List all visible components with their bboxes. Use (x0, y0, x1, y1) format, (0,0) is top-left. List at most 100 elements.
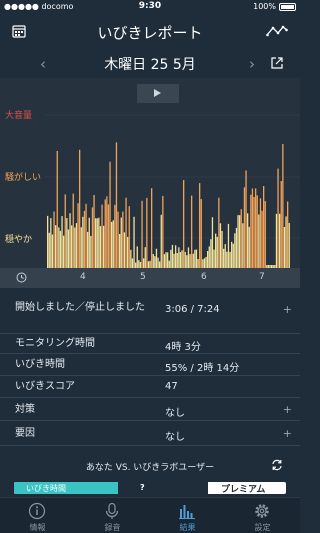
compare-fill-label: いびき時間 (26, 484, 66, 493)
snore-bar (245, 170, 247, 268)
snore-bar (208, 246, 210, 268)
detail-label: 開始しました／停止しました (15, 302, 145, 313)
gear-icon (255, 504, 269, 518)
refresh-icon[interactable] (271, 459, 283, 471)
snore-bar (99, 226, 102, 268)
play-button[interactable] (137, 84, 179, 103)
snore-bar (224, 244, 226, 268)
battery-icon (279, 3, 296, 11)
snore-bar (259, 198, 262, 268)
premium-label[interactable]: プレミアム (221, 482, 265, 495)
snore-bar (255, 188, 257, 268)
snore-bar (119, 234, 121, 268)
snore-bar (250, 194, 252, 268)
compare-unknown-segment (118, 482, 208, 494)
snore-bar (112, 220, 114, 268)
snore-bar (67, 229, 70, 268)
snore-bar (200, 199, 202, 268)
tab-label: 設定 (254, 523, 271, 532)
snore-bar (213, 249, 215, 268)
date-label: 木曜日 25 5月 (104, 57, 196, 73)
snore-bar (247, 213, 249, 268)
snore-bar (253, 197, 255, 268)
snore-bar (79, 149, 81, 268)
snore-bar (283, 227, 286, 268)
compare-fill: いびき時間 (14, 482, 118, 494)
snore-bar (130, 249, 132, 268)
snore-bar (59, 230, 62, 268)
snore-bar (122, 211, 124, 268)
snore-bar (151, 188, 153, 268)
snore-bar (197, 259, 199, 268)
snore-chart (0, 78, 300, 268)
expand-icon[interactable]: + (283, 427, 292, 440)
snore-bar (125, 197, 127, 268)
snore-bar (117, 211, 119, 268)
snore-bar (154, 256, 156, 268)
expand-icon[interactable]: + (283, 403, 292, 416)
expand-icon[interactable]: + (283, 303, 292, 316)
detail-row-factors[interactable]: 要因 なし + (0, 421, 300, 446)
snore-bar (111, 221, 113, 268)
snore-bar (227, 223, 230, 268)
snore-bar (128, 206, 130, 268)
detail-label: いびき時間 (15, 359, 65, 370)
snore-bar (85, 203, 87, 268)
snore-bar (56, 151, 58, 268)
snore-bar (280, 181, 282, 268)
time-axis: 4 5 6 7 (0, 268, 300, 288)
microphone-icon (105, 502, 119, 519)
level-label-loud: 大音量 (5, 111, 33, 121)
snore-bar (191, 195, 193, 268)
compare-bar[interactable]: いびき時間 ? プレミアム (14, 482, 286, 495)
detail-row-monitoring: モニタリング時間 4時 3分 (0, 334, 300, 354)
snore-bar (221, 230, 223, 268)
snore-bar (146, 197, 148, 268)
tab-settings[interactable]: 設定 (225, 498, 300, 533)
snore-bar (50, 218, 52, 268)
detail-label: いびきスコア (15, 381, 75, 392)
snore-bar (143, 258, 145, 268)
snore-bar (181, 250, 183, 268)
detail-value: 47 (165, 381, 178, 392)
snore-bar (186, 255, 188, 268)
detail-row-start-stop[interactable]: 開始しました／停止しました 3:06 / 7:24 + (0, 298, 300, 334)
snore-bar (184, 251, 186, 268)
chevron-right-icon[interactable]: › (249, 55, 255, 73)
snore-bar (264, 201, 266, 268)
snore-bar (147, 261, 150, 268)
snore-bar (237, 215, 239, 268)
tab-bar: 情報 録音 結果 設定 (0, 497, 300, 533)
snore-bar (189, 254, 191, 268)
tab-record[interactable]: 録音 (75, 498, 150, 533)
snore-bar (74, 227, 76, 268)
detail-row-remedies[interactable]: 対策 なし + (0, 398, 300, 421)
snore-bar (101, 204, 103, 268)
share-icon[interactable] (271, 57, 283, 69)
snore-bar (229, 251, 231, 268)
snore-bar (218, 197, 220, 268)
snore-bar (72, 193, 74, 268)
trend-icon[interactable] (266, 24, 288, 38)
snore-bar (98, 217, 100, 268)
detail-label: 対策 (15, 404, 35, 415)
tab-info[interactable]: 情報 (0, 498, 75, 533)
bar-chart-icon (179, 505, 195, 519)
snore-bar (285, 216, 287, 268)
snore-bar (195, 249, 198, 268)
snore-bar (175, 245, 177, 268)
snore-bar (149, 260, 151, 268)
tab-label: 情報 (29, 523, 46, 532)
tab-results[interactable]: 結果 (150, 498, 225, 533)
snore-bar (205, 256, 207, 268)
snore-bar (234, 233, 236, 268)
snore-bar (127, 236, 129, 268)
snore-bar (96, 218, 98, 268)
snore-bar (123, 232, 126, 268)
snore-bar (203, 258, 206, 268)
snore-bar (199, 183, 201, 268)
snore-bar (258, 214, 260, 268)
snore-bar (103, 225, 105, 268)
nav-bar: いびきレポート (0, 14, 300, 48)
snore-bar (80, 227, 82, 268)
